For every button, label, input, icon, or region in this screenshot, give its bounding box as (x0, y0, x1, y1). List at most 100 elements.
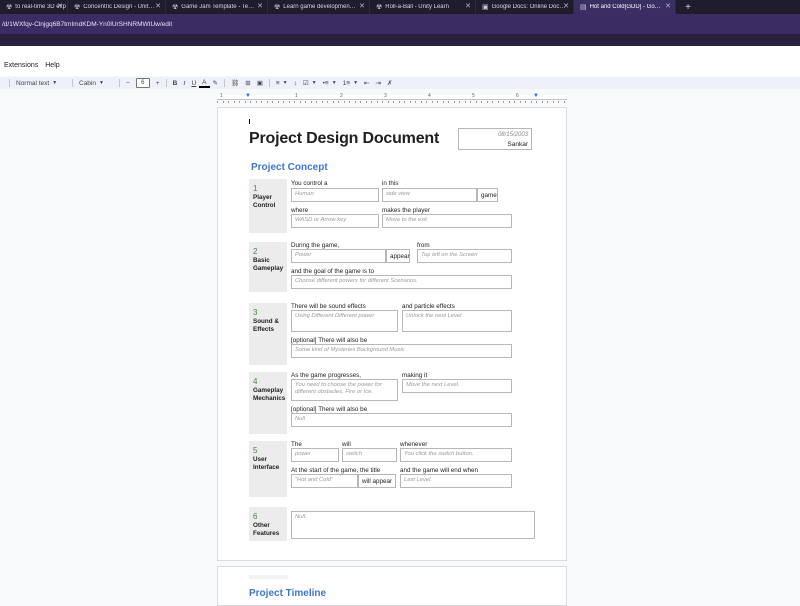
field-controls[interactable]: WASD or Arrow key (291, 214, 379, 228)
browser-tab[interactable]: ▤ Hot and Cold[GDD] - Google ✕ (574, 0, 676, 14)
browser-tab[interactable]: ☢ to real-time 3D exp ✕ (0, 0, 68, 14)
field-player-action[interactable]: Move to the exit (382, 214, 512, 228)
bulleted-list-icon[interactable]: •≡ ▼ (320, 77, 340, 89)
field-particle-effects[interactable]: Unlock the next Level (402, 310, 512, 332)
ruler-number: 3 (384, 93, 387, 99)
insert-link-icon[interactable]: ⛓ (228, 77, 242, 89)
align-icon[interactable]: ≡ ▼ (273, 77, 291, 89)
browser-tab[interactable]: ☢ Game Jam Template - Tetris ✕ (166, 0, 268, 14)
right-indent-marker-icon[interactable]: ▼ (533, 93, 539, 99)
close-icon[interactable]: ✕ (465, 2, 471, 10)
increase-font-size-button[interactable]: + (153, 77, 163, 89)
ruler-tick (228, 101, 229, 103)
ruler-tick (530, 101, 532, 103)
close-icon[interactable]: ✕ (359, 2, 365, 10)
italic-button[interactable]: I (180, 77, 188, 89)
add-comment-icon[interactable]: ⊞ (242, 77, 253, 89)
new-tab-button[interactable]: + (676, 0, 700, 14)
field-ui-element[interactable]: power (291, 448, 339, 462)
chevron-down-icon: ▼ (52, 80, 58, 86)
url-text[interactable]: /d/1WXfqv-Clnjgq6B7tmImdKDM-Yn0lUrSHNRMW… (0, 21, 172, 28)
label-you-control: You control a (291, 180, 328, 187)
font-size-input[interactable]: 6 (133, 77, 153, 89)
field-appear-location[interactable]: Top left on the Screen (417, 249, 512, 263)
field-game-end[interactable]: Last Level. (400, 474, 512, 488)
text-color-button[interactable]: A (199, 78, 210, 88)
field-ui-trigger[interactable]: You click the switch button. (400, 448, 512, 462)
ruler-tick (563, 101, 565, 103)
browser-tab[interactable]: ☢ Roll-a-Ball - Unity Learn ✕ (370, 0, 476, 14)
section-label-sound-effects: 3 Sound & Effects (249, 303, 287, 365)
field-game-progression[interactable]: You need to choose the power for differe… (291, 379, 398, 401)
font-family-dropdown[interactable]: Cabin ▼ (76, 77, 116, 89)
section-label-gameplay-mechanics: 4 Gameplay Mechanics (249, 372, 287, 434)
ruler-tick (332, 101, 334, 103)
label-optional-mechanics: [optional] There will also be (291, 406, 368, 413)
menu-help[interactable]: Help (45, 62, 59, 69)
section-number: 4 (253, 377, 258, 386)
toolbar-separator (119, 79, 120, 87)
address-bar[interactable]: /d/1WXfqv-Clnjgq6B7tmImdKDM-Yn0lUrSHNRMW… (0, 14, 800, 34)
field-optional-mechanics[interactable]: Null (291, 413, 512, 427)
numbered-list-icon[interactable]: 1≡ ▼ (340, 77, 361, 89)
close-icon[interactable]: ✕ (563, 2, 569, 10)
label-sound-effects: There will be sound effects (291, 303, 366, 310)
browser-tab[interactable]: ☢Concentric Design - Unity Learn✕ (68, 0, 166, 14)
ruler-tick (360, 101, 361, 103)
field-making-it[interactable]: Move the next Level. (402, 379, 512, 393)
underline-button[interactable]: U (188, 77, 199, 89)
decrease-indent-icon[interactable]: ⇤ (361, 77, 372, 89)
tab-favicon-icon: ☢ (172, 4, 179, 11)
field-sound-effects[interactable]: Using Different Different power (291, 310, 398, 332)
chevron-down-icon: ▼ (331, 80, 337, 86)
ruler-number: 6 (516, 93, 519, 99)
field-view-type[interactable]: side view (382, 188, 477, 202)
document-page[interactable]: Project Design Document 08/15/2003 Sanka… (217, 107, 567, 561)
close-icon[interactable]: ✕ (257, 2, 263, 10)
close-icon[interactable]: ✕ (57, 2, 63, 10)
ruler-tick (547, 101, 548, 103)
document-page-2[interactable]: Project Timeline (217, 566, 567, 606)
checklist-glyph: ☑ (302, 80, 309, 87)
field-appearing-item[interactable]: Power (291, 249, 386, 263)
menu-extensions[interactable]: Extensions (4, 62, 38, 69)
tab-favicon-icon: ☢ (274, 4, 281, 11)
toolbar-separator (9, 79, 10, 87)
field-player-character[interactable]: Human (291, 188, 379, 202)
ruler-tick (420, 101, 422, 103)
field-optional-sound[interactable]: Some kind of Mysteries Background Music (291, 344, 512, 358)
browser-tab[interactable]: ▣Google Docs: Online Document✕ (476, 0, 574, 14)
ruler-tick (398, 101, 400, 103)
browser-tab[interactable]: ☢Learn game development w/ Un✕ (268, 0, 370, 14)
label-particle-effects: and particle effects (402, 303, 455, 310)
field-ui-action[interactable]: switch (342, 448, 397, 462)
ruler-tick (387, 101, 389, 103)
section-label: Basic Gameplay (253, 257, 284, 272)
close-icon[interactable]: ✕ (155, 2, 161, 10)
ruler-tick (255, 101, 257, 103)
ruler[interactable]: ▼ ▼ 1 1 2 3 4 5 6 (0, 92, 800, 103)
increase-indent-icon[interactable]: ⇥ (372, 77, 383, 89)
checklist-icon[interactable]: ☑ ▼ (300, 77, 320, 89)
menu-bar: Extensions Help (4, 62, 60, 69)
label-optional-sound: [optional] There will also be (291, 337, 368, 344)
field-game-goal[interactable]: Choose different powers for different Sc… (291, 275, 512, 289)
tab-label: Roll-a-Ball - Unity Learn (385, 4, 449, 10)
bold-button[interactable]: B (170, 77, 181, 89)
decrease-font-size-button[interactable]: − (123, 77, 133, 89)
ruler-number: 1 (295, 93, 298, 99)
line-spacing-icon[interactable]: ↕ (291, 77, 300, 89)
close-icon[interactable]: ✕ (665, 2, 671, 10)
left-indent-marker-icon[interactable]: ▼ (245, 93, 251, 99)
formatting-toolbar: Normal text ▼ Cabin ▼ − 6 + B I U A ✎ ⛓ … (0, 77, 800, 89)
paragraph-style-dropdown[interactable]: Normal text ▼ (13, 77, 69, 89)
insert-image-icon[interactable]: ▣ (254, 77, 266, 89)
section-label: Gameplay Mechanics (253, 387, 286, 402)
section-number: 5 (253, 446, 258, 455)
highlight-color-icon[interactable]: ✎ (210, 77, 221, 89)
clear-formatting-icon[interactable]: ✗ (384, 77, 395, 89)
ruler-tick (365, 101, 367, 103)
field-other-features[interactable]: Null. (291, 511, 535, 539)
browser-tab-strip: ☢ to real-time 3D exp ✕ ☢ Concentric Design … (0, 0, 800, 14)
field-game-title[interactable]: "Hot and Cold" (291, 474, 358, 488)
